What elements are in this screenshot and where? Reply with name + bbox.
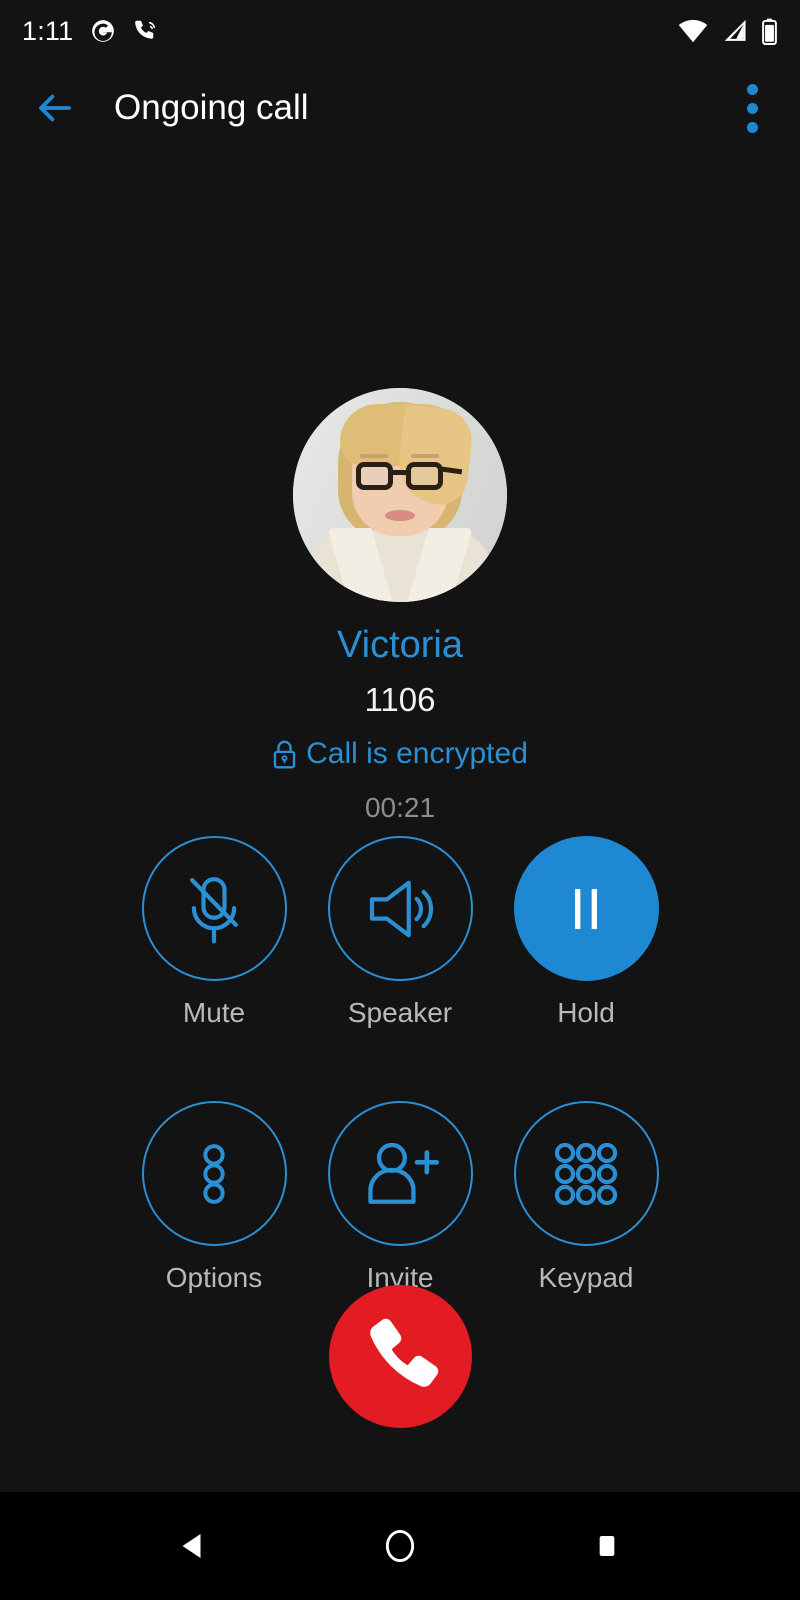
- person-add-icon: [368, 1142, 440, 1204]
- speaker-button[interactable]: Speaker: [327, 836, 473, 1028]
- avatar-brow-left: [360, 454, 388, 458]
- options-button[interactable]: Options: [141, 1101, 287, 1292]
- avatar-glasses-right: [406, 462, 443, 490]
- contact-info: Victoria 1106 Call is encrypted 00:21: [0, 388, 800, 824]
- android-nav-bar: [0, 1492, 800, 1600]
- google-app-icon: [92, 20, 115, 42]
- back-arrow-icon: [39, 94, 71, 122]
- overflow-dot: [746, 102, 758, 114]
- keypad-button-circle: [513, 1101, 659, 1246]
- dialpad-icon: [554, 1142, 618, 1205]
- phone-handset-icon: [370, 1318, 439, 1387]
- end-call-area: [0, 1285, 800, 1428]
- invite-button[interactable]: Invite: [327, 1101, 473, 1292]
- status-clock: 1:11: [22, 15, 74, 46]
- encryption-status: Call is encrypted: [0, 737, 800, 771]
- status-bar-right: [678, 18, 778, 45]
- keypad-button[interactable]: Keypad: [513, 1101, 659, 1292]
- options-button-circle: [141, 1101, 287, 1246]
- cellular-signal-icon: [724, 19, 746, 41]
- mute-button[interactable]: Mute: [141, 836, 287, 1028]
- mute-button-label: Mute: [182, 997, 246, 1028]
- call-screen: 1:11 Ongoing call Victoria 1106 Call is …: [0, 0, 800, 1600]
- call-in-progress-icon: [135, 20, 156, 39]
- overflow-dot: [746, 83, 758, 95]
- lock-icon: [273, 740, 296, 769]
- overflow-menu-button[interactable]: [730, 82, 774, 134]
- end-call-button[interactable]: [328, 1285, 472, 1428]
- call-timer: 00:21: [364, 792, 436, 823]
- pause-icon: [575, 888, 597, 929]
- contact-name: Victoria: [336, 624, 464, 666]
- mute-button-circle: [141, 836, 287, 981]
- speaker-button-label: Speaker: [347, 997, 453, 1028]
- dots-vertical-icon: [203, 1143, 225, 1204]
- status-bar-left: 1:11: [22, 16, 159, 47]
- status-bar: 1:11: [0, 0, 800, 62]
- avatar-glasses-left: [356, 462, 393, 490]
- call-controls-row-2: Options Invite Keypad: [0, 1101, 800, 1292]
- speaker-icon: [369, 880, 434, 937]
- call-controls: Mute Speaker Hold Options Invite Keypad: [0, 836, 800, 1292]
- overflow-dot: [746, 121, 758, 133]
- wifi-icon: [678, 19, 708, 43]
- nav-home-button[interactable]: [357, 1503, 443, 1589]
- invite-button-circle: [327, 1101, 473, 1246]
- contact-number: 1106: [364, 681, 436, 718]
- hold-button[interactable]: Hold: [513, 836, 659, 1028]
- nav-home-circle-icon: [385, 1530, 415, 1562]
- encryption-label: Call is encrypted: [306, 737, 528, 770]
- hold-button-label: Hold: [557, 997, 615, 1028]
- call-controls-row-1: Mute Speaker Hold: [0, 836, 800, 1027]
- speaker-button-circle: [327, 836, 473, 981]
- page-title: Ongoing call: [114, 88, 309, 127]
- nav-back-button[interactable]: [150, 1503, 236, 1589]
- microphone-off-icon: [190, 876, 238, 943]
- avatar: [293, 388, 507, 602]
- avatar-glasses-bridge: [393, 470, 407, 475]
- avatar-brow-right: [411, 454, 439, 458]
- nav-back-triangle-icon: [182, 1534, 201, 1558]
- hold-button-circle: [513, 836, 659, 981]
- avatar-lips: [385, 510, 415, 521]
- nav-recents-square-icon: [599, 1536, 614, 1556]
- battery-icon: [762, 18, 777, 45]
- app-bar: Ongoing call: [0, 62, 800, 154]
- back-button[interactable]: [32, 85, 78, 131]
- nav-recents-button[interactable]: [564, 1503, 650, 1589]
